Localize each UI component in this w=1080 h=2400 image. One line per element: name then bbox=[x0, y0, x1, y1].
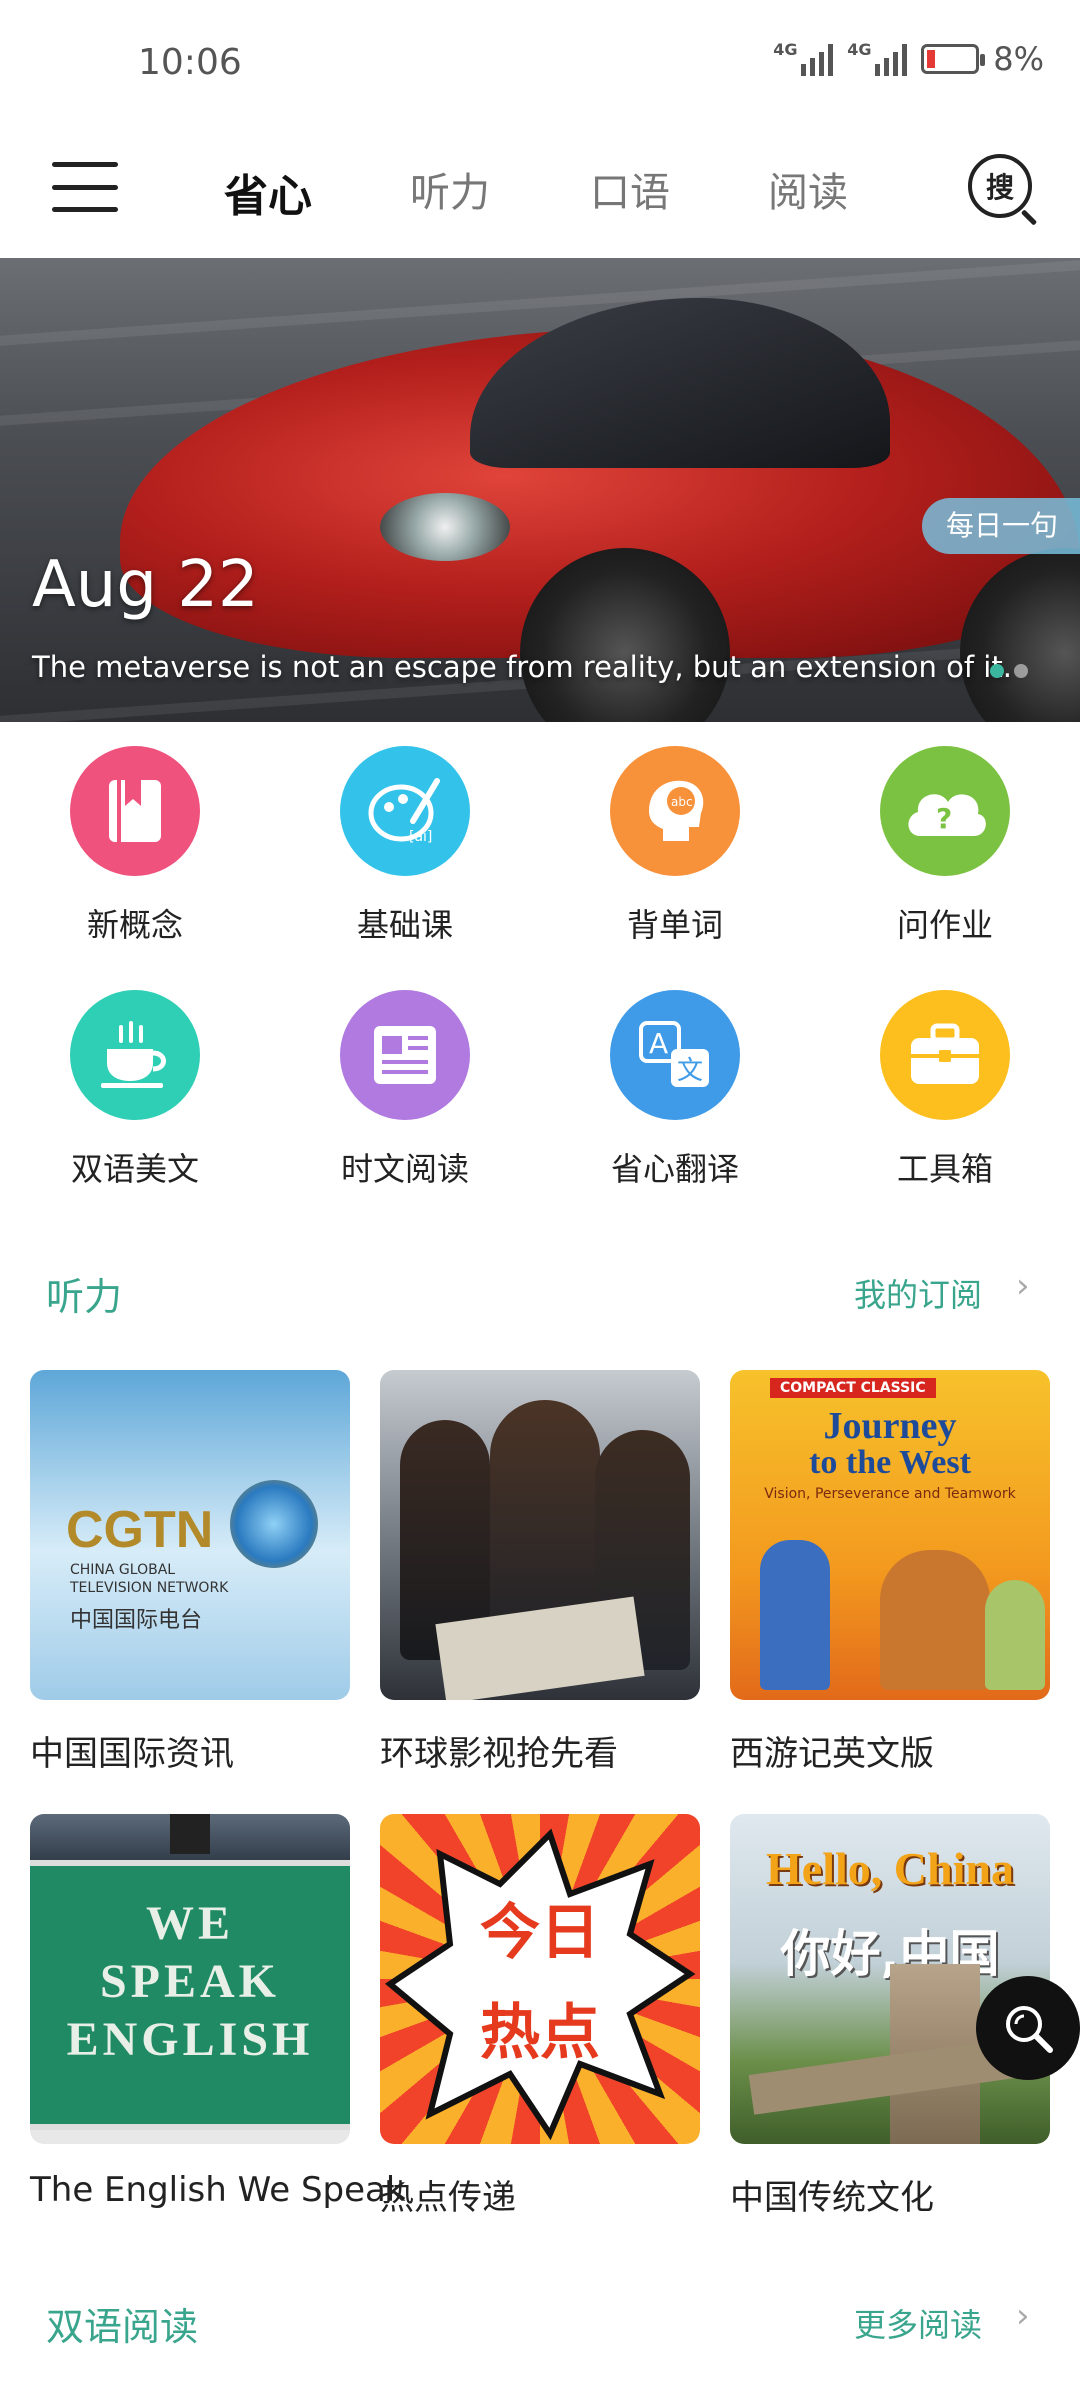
we-speak-text-1: WE bbox=[145, 1897, 234, 1950]
more-reading-link[interactable]: 更多阅读 bbox=[854, 2300, 982, 2346]
svg-text:?: ? bbox=[936, 802, 952, 835]
status-icons: 4G 4G 8% bbox=[773, 40, 1044, 78]
chevron-right-icon: › bbox=[1016, 1266, 1030, 1306]
listening-card-journey-west[interactable]: COMPACT CLASSIC Journey to the West Visi… bbox=[730, 1370, 1050, 1775]
feature-label: 问作业 bbox=[896, 906, 993, 944]
card-image: CGTN CHINA GLOBAL TELEVISION NETWORK 中国国… bbox=[30, 1370, 350, 1700]
feature-basic-course[interactable]: [ai] 基础课 bbox=[305, 746, 505, 946]
we-speak-text-2: SPEAK bbox=[99, 1955, 281, 2008]
journey-title-2: to the West bbox=[809, 1444, 971, 1481]
carousel-dot-active bbox=[990, 664, 1004, 678]
banner-quote: The metaverse is not an escape from real… bbox=[32, 650, 1012, 684]
feature-ask-homework[interactable]: ? 问作业 bbox=[845, 746, 1045, 946]
feature-label: 双语美文 bbox=[70, 1150, 199, 1188]
card-label: 西游记英文版 bbox=[730, 1734, 934, 1774]
menu-icon[interactable] bbox=[52, 162, 118, 212]
feature-label: 背单词 bbox=[626, 906, 723, 944]
tab-reading[interactable]: 阅读 bbox=[768, 160, 848, 218]
card-label: The English We Speak bbox=[30, 2170, 406, 2210]
carousel-dot bbox=[1014, 664, 1028, 678]
cloud-question-icon: ? bbox=[880, 746, 1010, 876]
tab-listening[interactable]: 听力 bbox=[410, 160, 490, 218]
top-nav: 省心 听力 口语 阅读 搜 bbox=[0, 130, 1080, 258]
palette-brush-icon: [ai] bbox=[340, 746, 470, 876]
feature-new-concept[interactable]: 新概念 bbox=[35, 746, 235, 946]
feature-label: 工具箱 bbox=[896, 1150, 993, 1188]
svg-text:文: 文 bbox=[677, 1056, 703, 1086]
burst-shape bbox=[384, 1828, 696, 2141]
signal-icon: 4G bbox=[847, 40, 908, 76]
journey-subtitle: Vision, Perseverance and Teamwork bbox=[764, 1486, 1016, 1502]
svg-text:A: A bbox=[649, 1027, 668, 1060]
feature-label: 省心翻译 bbox=[610, 1150, 739, 1188]
bookmark-book-icon bbox=[70, 746, 200, 876]
banner-date: Aug 22 bbox=[32, 548, 259, 622]
daily-sentence-badge[interactable]: 每日一句 bbox=[921, 498, 1080, 554]
carousel-dots bbox=[990, 664, 1028, 678]
listening-card-movies[interactable]: 环球影视抢先看 bbox=[380, 1370, 700, 1775]
feature-memorize-words[interactable]: abc 背单词 bbox=[575, 746, 775, 946]
cgtn-subtitle-2: TELEVISION NETWORK bbox=[70, 1580, 229, 1596]
journey-title-1: Journey bbox=[823, 1405, 957, 1447]
card-label: 中国传统文化 bbox=[730, 2178, 934, 2218]
cgtn-subtitle-1: CHINA GLOBAL bbox=[70, 1562, 176, 1578]
feature-toolbox[interactable]: 工具箱 bbox=[845, 990, 1045, 1190]
feature-label: 基础课 bbox=[356, 906, 453, 944]
search-icon bbox=[1006, 2006, 1053, 2053]
compact-classic-label: COMPACT CLASSIC bbox=[770, 1378, 936, 1398]
hot-today-text-2: 热点 bbox=[480, 1998, 600, 2068]
search-button[interactable]: 搜 bbox=[968, 154, 1032, 218]
battery-icon bbox=[921, 44, 986, 74]
feature-current-reading[interactable]: 时文阅读 bbox=[305, 990, 505, 1190]
feature-label: 时文阅读 bbox=[340, 1150, 469, 1188]
feature-translate[interactable]: A文 省心翻译 bbox=[575, 990, 775, 1190]
tab-shengxin[interactable]: 省心 bbox=[224, 160, 312, 224]
my-subscriptions-link[interactable]: 我的订阅 bbox=[854, 1270, 982, 1316]
banner-carousel[interactable]: Aug 22 The metaverse is not an escape fr… bbox=[0, 258, 1080, 722]
status-bar: 10:06 4G 4G 8% bbox=[0, 0, 1080, 130]
section-title-bilingual: 双语阅读 bbox=[46, 2305, 199, 2349]
card-image bbox=[380, 1370, 700, 1700]
tab-speaking[interactable]: 口语 bbox=[590, 160, 670, 218]
svg-text:abc: abc bbox=[671, 795, 693, 809]
card-label: 热点传递 bbox=[380, 2178, 516, 2218]
svg-text:[ai]: [ai] bbox=[409, 829, 432, 845]
floating-search-button[interactable] bbox=[976, 1976, 1080, 2080]
cgtn-logo-text: CGTN bbox=[66, 1501, 214, 1559]
network-type-1: 4G bbox=[773, 40, 798, 59]
chevron-right-icon: › bbox=[1016, 2296, 1030, 2336]
listening-card-english-we-speak[interactable]: WE SPEAK ENGLISH The English We Speak bbox=[30, 1814, 406, 2210]
battery-percent: 8% bbox=[993, 40, 1044, 78]
hot-today-text-1: 今日 bbox=[480, 1898, 600, 1968]
card-label: 环球影视抢先看 bbox=[380, 1734, 618, 1774]
newspaper-icon bbox=[340, 990, 470, 1120]
globe-icon bbox=[230, 1480, 318, 1568]
network-type-2: 4G bbox=[847, 40, 872, 59]
signal-icon: 4G bbox=[773, 40, 834, 76]
we-speak-text-3: ENGLISH bbox=[66, 2013, 314, 2066]
hello-china-text: Hello, China bbox=[766, 1843, 1014, 1894]
feature-bilingual-prose[interactable]: 双语美文 bbox=[35, 990, 235, 1190]
card-image: COMPACT CLASSIC Journey to the West Visi… bbox=[730, 1370, 1050, 1700]
coffee-cup-icon bbox=[70, 990, 200, 1120]
translate-icon: A文 bbox=[610, 990, 740, 1120]
card-image: WE SPEAK ENGLISH bbox=[30, 1814, 350, 2144]
cgtn-subtitle-3: 中国国际电台 bbox=[70, 1608, 203, 1633]
section-title-listening: 听力 bbox=[46, 1275, 123, 1319]
toolbox-icon bbox=[880, 990, 1010, 1120]
card-label: 中国国际资讯 bbox=[30, 1734, 234, 1774]
status-time: 10:06 bbox=[138, 42, 242, 83]
card-image: 今日 热点 bbox=[380, 1814, 700, 2144]
feature-label: 新概念 bbox=[86, 906, 183, 944]
card-image: Hello, China 你好,中国 bbox=[730, 1814, 1050, 2144]
listening-card-hot-topics[interactable]: 今日 热点 热点传递 bbox=[380, 1814, 700, 2219]
head-abc-icon: abc bbox=[610, 746, 740, 876]
search-label: 搜 bbox=[985, 171, 1014, 204]
listening-card-cgtn[interactable]: CGTN CHINA GLOBAL TELEVISION NETWORK 中国国… bbox=[30, 1370, 350, 1775]
